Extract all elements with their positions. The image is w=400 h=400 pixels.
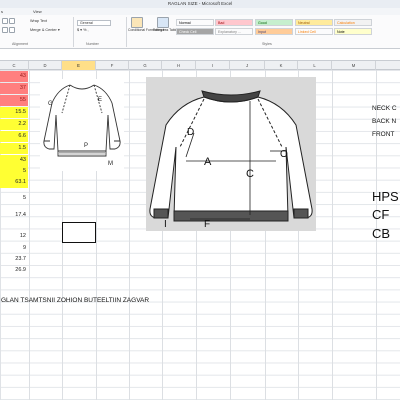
- column-header-l[interactable]: L: [298, 61, 332, 70]
- style-normal[interactable]: Normal: [176, 19, 214, 26]
- raglan-sketch-large-drawing: D A C O I F: [146, 77, 316, 231]
- cell-c[interactable]: 37: [0, 83, 28, 95]
- align-middle-icon[interactable]: [9, 18, 15, 24]
- style-check-cell[interactable]: Check Cell: [176, 28, 214, 35]
- label-front[interactable]: FRONT: [372, 131, 394, 139]
- tab-home-partial[interactable]: s: [1, 8, 3, 15]
- sketch-label-a: A: [204, 156, 212, 168]
- number-format-buttons[interactable]: $ ▾ % ,: [77, 27, 89, 33]
- sketch-label-g: G: [48, 101, 53, 107]
- cell-c[interactable]: 2.2: [0, 119, 28, 131]
- sketch-label-m: M: [108, 161, 113, 167]
- align-center-icon[interactable]: [9, 27, 15, 33]
- label-cb[interactable]: CB: [372, 227, 390, 241]
- column-header-f[interactable]: F: [96, 61, 129, 70]
- group-styles-label: Styles: [262, 42, 272, 46]
- cell-c[interactable]: 12: [0, 231, 28, 242]
- ribbon-tabs: s View: [0, 8, 400, 15]
- cell-c[interactable]: 5: [0, 193, 28, 204]
- formula-bar[interactable]: [0, 49, 400, 61]
- group-alignment-label: Alignment: [12, 42, 28, 46]
- style-calculation[interactable]: Calculation: [334, 19, 372, 26]
- column-header-m[interactable]: M: [332, 61, 376, 70]
- align-left-icon[interactable]: [2, 27, 8, 33]
- column-divider: [129, 70, 130, 400]
- column-divider: [332, 70, 333, 400]
- cell-c[interactable]: 43: [0, 71, 28, 83]
- align-top-icon[interactable]: [2, 18, 8, 24]
- style-good[interactable]: Good: [255, 19, 293, 26]
- label-hps[interactable]: HPS: [372, 190, 399, 204]
- style-linked-cell[interactable]: Linked Cell: [295, 28, 333, 35]
- sketch-label-o: O: [280, 149, 288, 160]
- sheet-caption[interactable]: GLAN TSAMTSNII ZOHION BUTEELTIIN ZAGVAR: [1, 297, 149, 305]
- group-separator: [73, 17, 74, 47]
- style-note[interactable]: Note: [334, 28, 372, 35]
- column-header-d[interactable]: D: [29, 61, 62, 70]
- sketch-label-d: D: [187, 127, 194, 138]
- label-cf[interactable]: CF: [372, 208, 389, 222]
- sketch-label-e: E: [98, 97, 102, 103]
- window-title: RAGLAN SIZE - Microsoft Excel: [167, 1, 233, 6]
- cell-c[interactable]: 55: [0, 95, 28, 107]
- column-header-e[interactable]: E: [62, 61, 96, 70]
- style-neutral[interactable]: Neutral: [295, 19, 333, 26]
- sketch-label-f: F: [204, 219, 210, 230]
- column-header-g[interactable]: G: [129, 61, 162, 70]
- group-number-label: Number: [86, 42, 99, 46]
- cell-c[interactable]: 63.1: [0, 177, 28, 189]
- style-bad[interactable]: Bad: [215, 19, 253, 26]
- cell-c[interactable]: 1.5: [0, 143, 28, 155]
- cell-c[interactable]: 23.7: [0, 254, 28, 265]
- selected-cell[interactable]: [62, 222, 96, 243]
- raglan-sketch-small-drawing: G E P M: [43, 84, 121, 167]
- sketch-label-c: C: [246, 168, 254, 180]
- column-divider: [29, 70, 30, 400]
- style-input[interactable]: Input: [255, 28, 293, 35]
- sketch-label-p: P: [84, 143, 88, 149]
- number-format-select[interactable]: General: [77, 20, 111, 26]
- column-header-k[interactable]: K: [265, 61, 298, 70]
- column-header-c[interactable]: C: [0, 61, 29, 70]
- conditional-formatting-icon[interactable]: [131, 17, 143, 28]
- column-header-i[interactable]: I: [196, 61, 230, 70]
- style-explanatory[interactable]: Explanatory ...: [215, 28, 253, 35]
- merge-center-button[interactable]: Merge & Center ▾: [30, 27, 60, 33]
- label-neck-circumference[interactable]: NECK C: [372, 105, 397, 113]
- group-separator: [126, 17, 127, 47]
- raglan-sketch-large[interactable]: D A C O I F: [146, 77, 316, 231]
- cell-c[interactable]: 5: [0, 166, 28, 178]
- cell-c[interactable]: 9: [0, 243, 28, 254]
- cell-c[interactable]: 43: [0, 155, 28, 167]
- cell-c[interactable]: 6.6: [0, 131, 28, 143]
- column-header-h[interactable]: H: [162, 61, 196, 70]
- format-as-table-icon[interactable]: [157, 17, 169, 28]
- column-headers: C D E F G H I J K L M: [0, 61, 400, 70]
- wrap-text-button[interactable]: Wrap Text: [30, 18, 47, 24]
- raglan-sketch-small[interactable]: G E P M: [40, 79, 124, 171]
- ribbon: Wrap Text Merge & Center ▾ Alignment Gen…: [0, 15, 400, 49]
- number-format-value: General: [80, 21, 93, 25]
- cell-c[interactable]: 15.5: [0, 107, 28, 119]
- cell-c[interactable]: 26.9: [0, 265, 28, 276]
- title-bar: RAGLAN SIZE - Microsoft Excel: [0, 0, 400, 8]
- label-back-neck[interactable]: BACK N: [372, 118, 396, 126]
- cell-c[interactable]: 17.4: [0, 210, 28, 221]
- sketch-label-i: I: [164, 219, 167, 230]
- tab-view[interactable]: View: [33, 8, 42, 15]
- column-header-j[interactable]: J: [230, 61, 265, 70]
